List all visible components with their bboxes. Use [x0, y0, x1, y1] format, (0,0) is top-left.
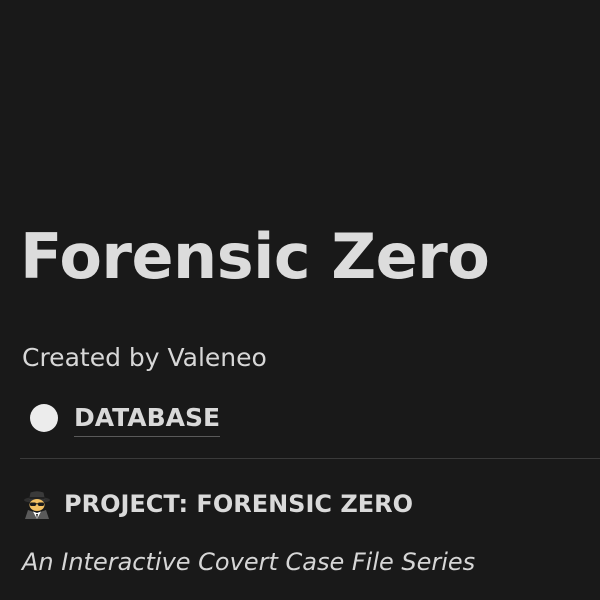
- series-subtitle: An Interactive Covert Case File Series: [22, 548, 476, 576]
- circle-icon: [30, 404, 58, 432]
- database-link-row[interactable]: DATABASE: [30, 398, 221, 438]
- page-title: Forensic Zero: [20, 220, 490, 293]
- project-heading: PROJECT: FORENSIC ZERO: [22, 484, 413, 524]
- created-by-text: Created by Valeneo: [22, 343, 267, 372]
- detective-icon: [22, 489, 52, 519]
- divider: [20, 458, 600, 459]
- page-content: Forensic Zero Created by Valeneo DATABAS…: [0, 0, 600, 600]
- database-link[interactable]: DATABASE: [74, 400, 221, 437]
- project-heading-text: PROJECT: FORENSIC ZERO: [64, 490, 414, 518]
